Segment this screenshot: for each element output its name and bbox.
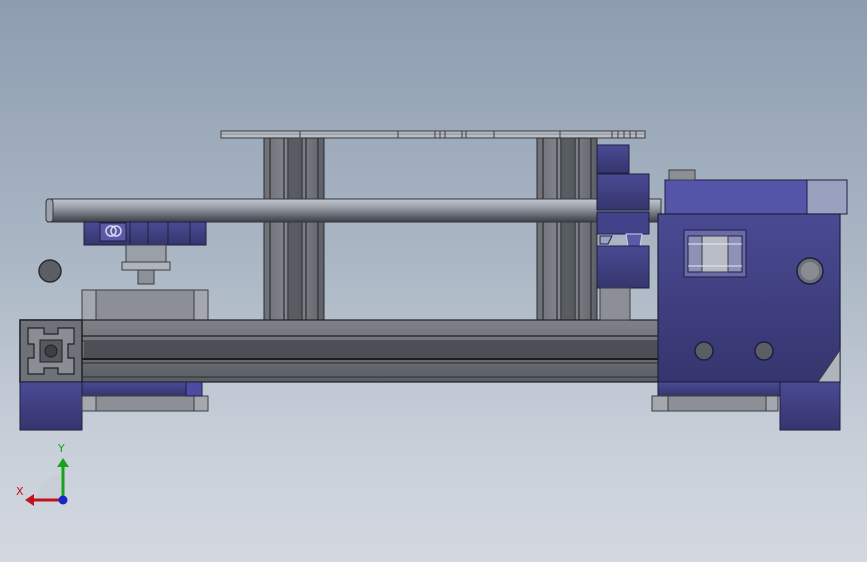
- graphics-viewport[interactable]: X Y: [0, 0, 867, 562]
- right-foot: [651, 381, 841, 431]
- y-axis-label: Y: [58, 442, 65, 455]
- x-axis-label: X: [16, 485, 24, 498]
- right-gearbox: [657, 169, 848, 383]
- left-spindle: [121, 244, 171, 285]
- left-post: [263, 137, 325, 322]
- left-bearing-block: [83, 221, 207, 246]
- right-bearing-stack: [596, 144, 650, 321]
- drive-shaft: [45, 198, 662, 223]
- left-bolt-icon: [38, 259, 62, 283]
- top-plate: [220, 130, 646, 139]
- cad-assembly-view[interactable]: [0, 0, 867, 562]
- coordinate-triad: [25, 458, 69, 506]
- left-motor-block: [81, 289, 209, 322]
- triad-plane-icon: [37, 474, 63, 500]
- extrusion-profile-end: [19, 319, 83, 383]
- left-foot: [19, 381, 209, 431]
- z-axis-dot-icon: [58, 495, 68, 505]
- right-post: [536, 137, 598, 322]
